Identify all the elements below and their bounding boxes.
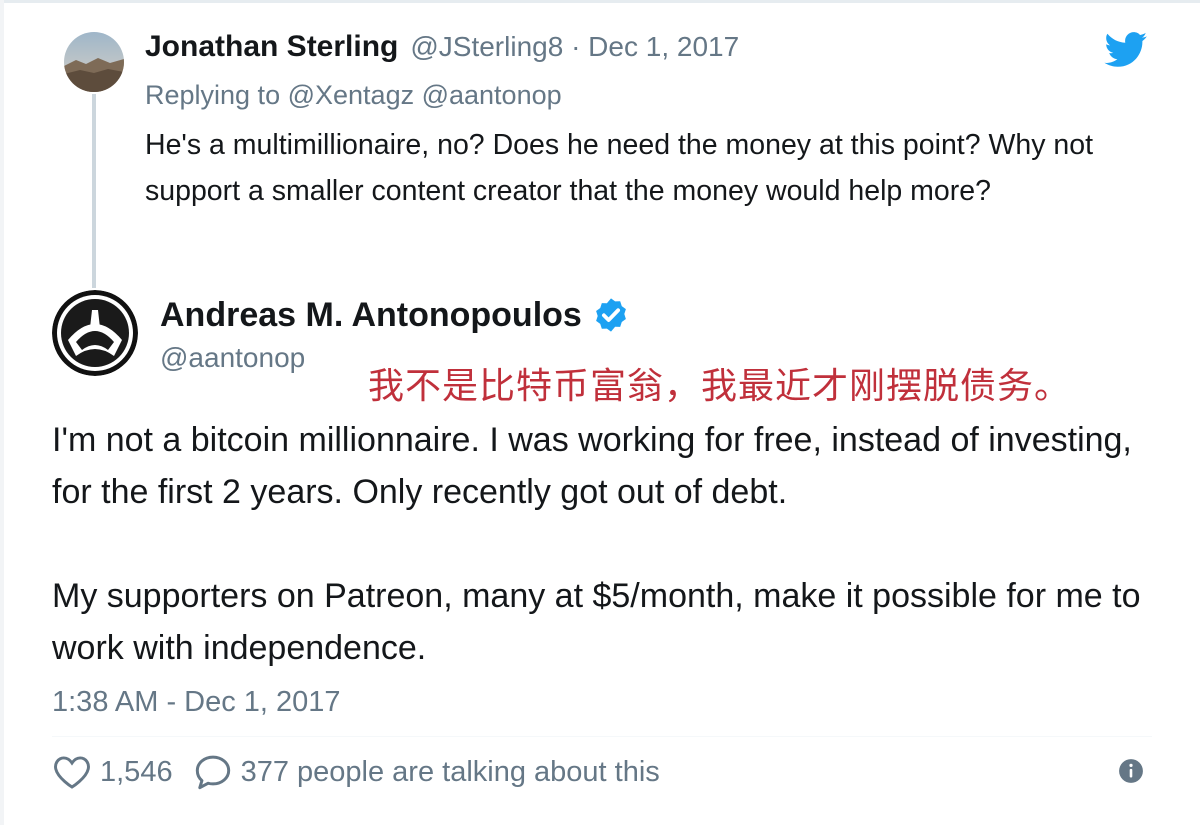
- verified-badge-icon: [595, 298, 626, 332]
- parent-tweet-text: He's a multimillionaire, no? Does he nee…: [145, 129, 1094, 207]
- tweet-card: Jonathan Sterling @JSterling8 · Dec 1, 2…: [0, 0, 1200, 825]
- actions-divider: [52, 736, 1152, 737]
- talking-count-text: 377 people are talking about this: [240, 755, 660, 788]
- main-tweet-paragraph-1: I'm not a bitcoin millionnaire. I was wo…: [52, 421, 1132, 511]
- speech-bubble-icon: [195, 755, 230, 790]
- twitter-bird-icon[interactable]: [1104, 32, 1148, 68]
- parent-avatar[interactable]: [64, 32, 124, 92]
- parent-tweet-header: Jonathan Sterling @JSterling8 · Dec 1, 2…: [145, 30, 739, 70]
- replying-label: Replying to: [145, 80, 281, 110]
- main-tweet-header: Andreas M. Antonopoulos: [160, 292, 630, 338]
- parent-author-name[interactable]: Jonathan Sterling: [145, 30, 398, 64]
- helmet-avatar-image: [52, 290, 138, 376]
- heart-icon: [54, 756, 90, 789]
- conversation-button[interactable]: 377 people are talking about this: [193, 753, 660, 791]
- tweet-timestamp[interactable]: 1:38 AM - Dec 1, 2017: [52, 686, 341, 719]
- card-left-border: [0, 0, 4, 825]
- main-author-handle[interactable]: @aantonop: [160, 342, 305, 374]
- main-avatar[interactable]: [52, 290, 138, 376]
- parent-handle-date[interactable]: @JSterling8 · Dec 1, 2017: [410, 31, 739, 63]
- replying-mentions-link[interactable]: @Xentagz @aantonop: [288, 80, 562, 110]
- chinese-translation-annotation: 我不是比特币富翁，我最近才刚摆脱债务。: [368, 366, 1072, 407]
- like-button[interactable]: 1,546: [52, 754, 173, 790]
- info-icon[interactable]: [1118, 758, 1144, 784]
- tweet-actions: 1,546 377 people are talking about this: [52, 748, 660, 796]
- main-tweet-paragraph-2: My supporters on Patreon, many at $5/mon…: [52, 577, 1141, 667]
- main-tweet-text: I'm not a bitcoin millionnaire. I was wo…: [52, 414, 1162, 674]
- thread-connector-line: [92, 94, 96, 288]
- replying-to-line: Replying to @Xentagz @aantonop: [145, 80, 562, 111]
- main-author-name[interactable]: Andreas M. Antonopoulos: [160, 296, 582, 335]
- card-top-border: [0, 0, 1200, 3]
- like-count: 1,546: [100, 755, 173, 788]
- landscape-avatar-image: [64, 32, 124, 92]
